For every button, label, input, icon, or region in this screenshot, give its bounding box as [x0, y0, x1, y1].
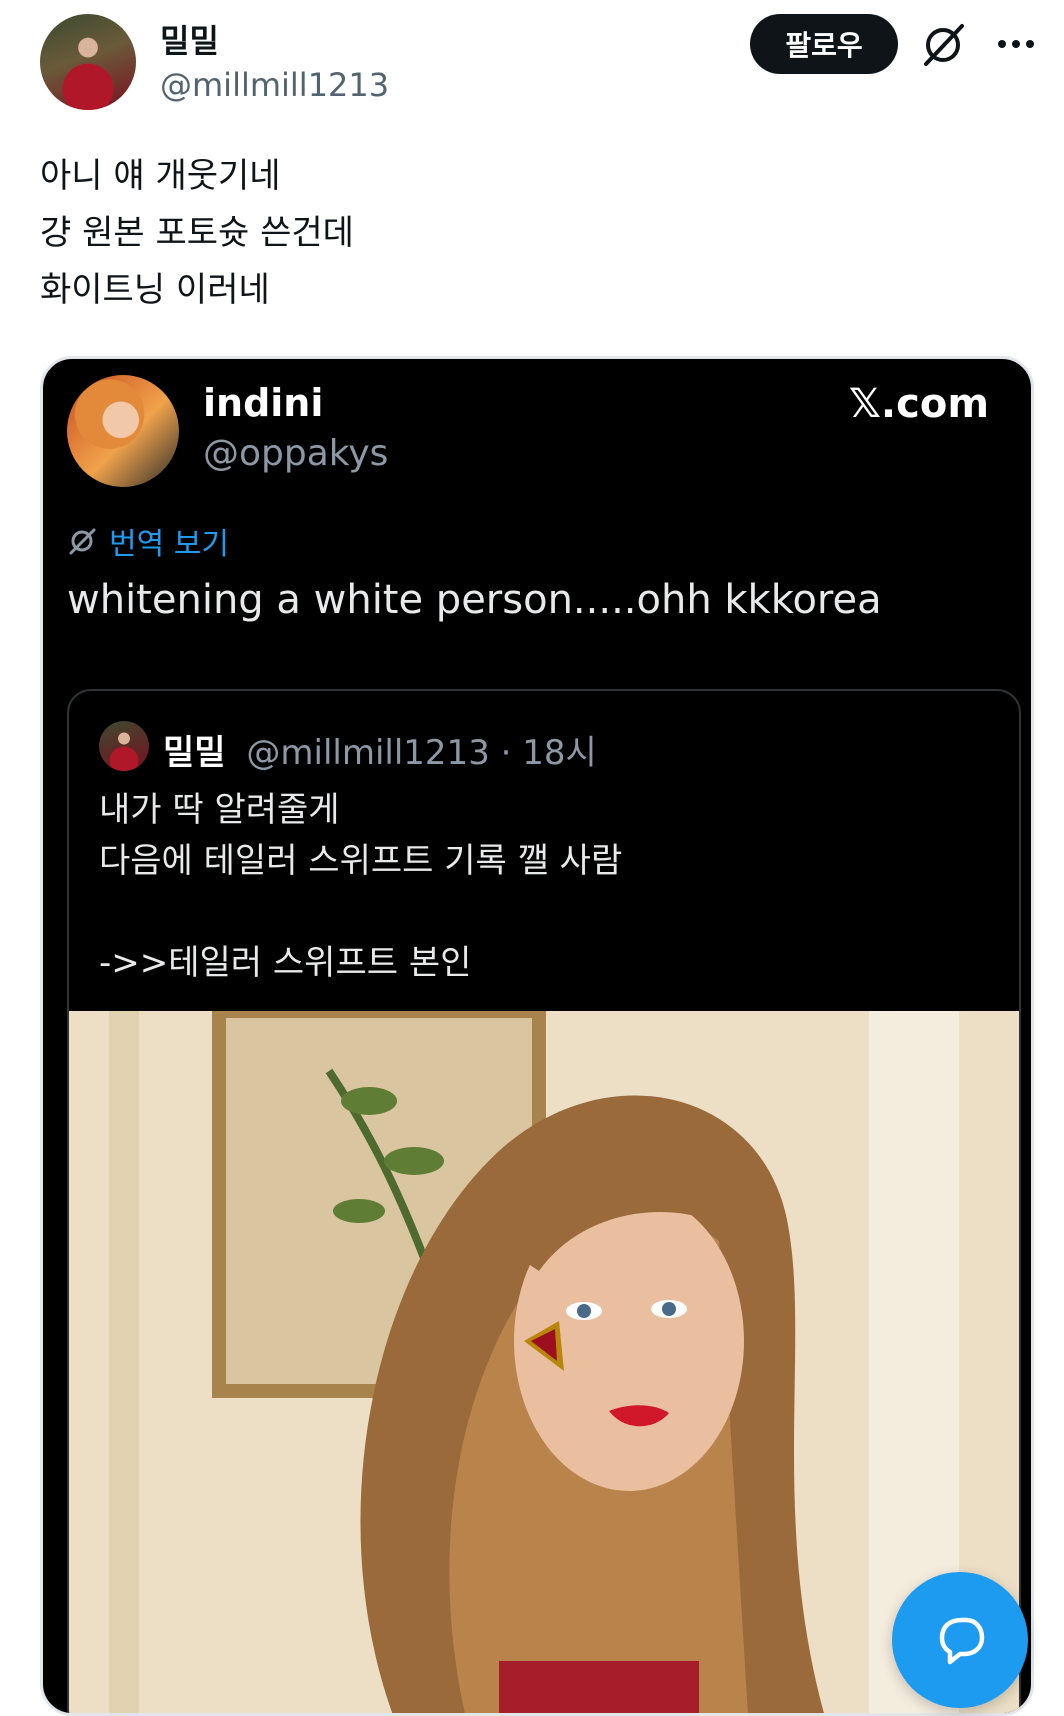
embedded-author-handle: @oppakys [203, 433, 389, 474]
post-text: 아니 얘 개웃기네 걍 원본 포토슛 쓴건데 화이트닝 이러네 [40, 148, 354, 319]
reply-button[interactable] [892, 1572, 1028, 1708]
quoted-author-avatar [99, 721, 149, 771]
quoted-text-line: ->>테일러 스위프트 본인 [99, 943, 472, 983]
author-display-name[interactable]: 밀밀 [160, 16, 219, 62]
author-avatar[interactable] [40, 14, 136, 110]
author-handle[interactable]: @millmill1213 [160, 66, 389, 104]
translate-label: 번역 보기 [109, 527, 229, 562]
post-text-line: 걍 원본 포토슛 쓴건데 [40, 213, 354, 253]
post-text-line: 아니 얘 개웃기네 [40, 156, 281, 196]
embedded-author-avatar [67, 375, 179, 487]
quoted-post-time: · 18시 [500, 733, 597, 773]
more-icon[interactable] [994, 22, 1038, 66]
portrait-illustration [69, 1011, 1019, 1713]
follow-button[interactable]: 팔로우 [750, 14, 898, 74]
quoted-author-name: 밀밀 [163, 733, 226, 773]
quoted-post: 밀밀 @millmill1213 · 18시 내가 딱 알려줄게 다음에 테일러… [67, 689, 1021, 1713]
embedded-screenshot[interactable]: indini @oppakys 𝕏.com 번역 보기 whitening a … [40, 356, 1034, 1716]
post-text-line: 화이트닝 이러네 [40, 270, 270, 310]
translate-link: 번역 보기 [67, 519, 229, 563]
quoted-post-text: 내가 딱 알려줄게 다음에 테일러 스위프트 기록 깰 사람 ->>테일러 스위… [99, 785, 622, 989]
embedded-author-name: indini [203, 381, 324, 425]
quoted-text-line: 내가 딱 알려줄게 [99, 790, 340, 830]
quoted-post-photo [69, 1011, 1019, 1713]
grok-icon[interactable] [918, 20, 968, 70]
embedded-post-text: whitening a white person.....ohh kkkorea [67, 577, 882, 623]
quoted-text-line [99, 887, 622, 938]
source-label: 𝕏.com [848, 381, 989, 427]
quoted-author-handle: @millmill1213 [246, 733, 490, 773]
quoted-text-line: 다음에 테일러 스위프트 기록 깰 사람 [99, 841, 623, 881]
quoted-post-header: 밀밀 @millmill1213 · 18시 [163, 725, 597, 774]
translate-icon [69, 528, 96, 555]
reply-bubble-icon [939, 1617, 985, 1665]
